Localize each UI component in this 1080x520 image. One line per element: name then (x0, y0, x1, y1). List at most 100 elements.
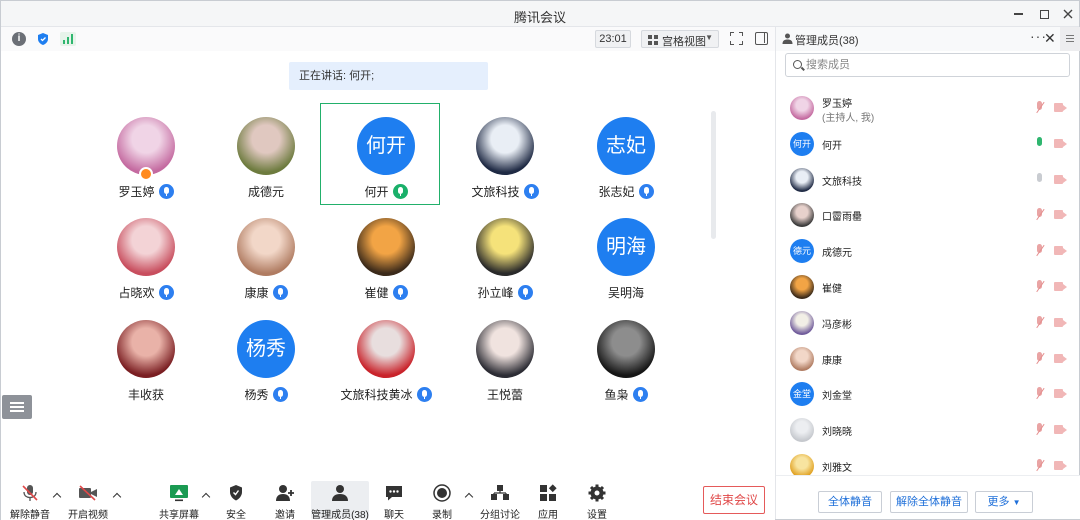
unmute-button[interactable]: 解除静音 (5, 481, 55, 520)
end-meeting-button[interactable]: 结束会议 (703, 486, 765, 514)
unmute-all-button[interactable]: 解除全体静音 (890, 491, 968, 513)
chevron-up-icon[interactable] (113, 492, 121, 500)
participant-tile[interactable]: 文旅科技黄冰 (326, 314, 446, 414)
list-toggle-icon[interactable] (2, 395, 32, 419)
member-row[interactable]: 康康 (776, 342, 1080, 376)
mic-icon (517, 285, 533, 300)
grid-scrollbar[interactable] (711, 111, 716, 239)
participant-tile[interactable]: 占晓欢 (86, 212, 206, 312)
video-off-icon[interactable] (1054, 246, 1067, 256)
chevron-up-icon[interactable] (202, 492, 210, 500)
member-row[interactable]: 金堂 刘金堂 (776, 377, 1080, 411)
member-row[interactable]: 罗玉婷 (主持人, 我) (776, 91, 1080, 125)
mic-muted-icon[interactable] (1034, 423, 1046, 437)
mic-icon (158, 285, 174, 300)
minimize-button[interactable] (1005, 4, 1031, 24)
participant-name: 鱼枭 (604, 388, 629, 402)
participant-tile[interactable]: 志妃 张志妃 (566, 111, 686, 211)
participant-tile[interactable]: 明海 吴明海 (566, 212, 686, 312)
panel-menu-icon[interactable] (1060, 27, 1080, 51)
chevron-up-icon[interactable] (465, 492, 473, 500)
avatar (790, 275, 814, 299)
member-search-input[interactable] (806, 57, 1056, 73)
mic-muted-icon[interactable] (1034, 351, 1046, 366)
participant-tile[interactable]: 丰收获 (86, 314, 206, 414)
member-row[interactable]: 何开 何开 (776, 127, 1080, 161)
signal-icon[interactable] (60, 32, 76, 46)
participant-tile[interactable]: 文旅科技 (445, 111, 565, 211)
fullscreen-icon[interactable] (730, 32, 743, 45)
participant-name-row: 文旅科技黄冰 (326, 386, 446, 403)
apps-label: 应用 (538, 510, 558, 520)
mic-icon[interactable] (1034, 172, 1046, 187)
chat-label: 聊天 (384, 510, 404, 520)
member-search[interactable] (785, 53, 1070, 77)
mic-muted-icon[interactable] (1034, 244, 1046, 258)
video-off-icon[interactable] (1054, 210, 1067, 220)
participant-name-row: 王悦蕾 (445, 386, 565, 403)
avatar (790, 346, 814, 371)
video-off-icon[interactable] (1054, 174, 1067, 184)
more-button[interactable]: 更多 ▼ (975, 491, 1033, 513)
close-button[interactable] (1055, 4, 1080, 24)
participant-tile[interactable]: 罗玉婷 (86, 111, 206, 211)
video-off-icon (79, 485, 97, 501)
member-row[interactable]: 口霤雨罍 (776, 198, 1080, 232)
video-off-icon[interactable] (1054, 425, 1067, 435)
avatar (476, 117, 534, 175)
shield-icon[interactable] (36, 32, 50, 46)
info-icon[interactable]: i (12, 32, 26, 46)
video-off-icon[interactable] (1054, 389, 1067, 399)
mic-icon[interactable] (1034, 136, 1046, 151)
share-screen-button[interactable]: 共享屏幕 (154, 481, 204, 520)
security-label: 安全 (226, 510, 246, 520)
participant-name: 孙立峰 (477, 286, 514, 300)
video-off-icon[interactable] (1054, 103, 1067, 112)
participant-tile[interactable]: 崔健 (326, 212, 446, 312)
mic-muted-icon[interactable] (1034, 208, 1046, 222)
top-toolbar: i 23:01 宫格视图 ▼ (1, 27, 775, 51)
maximize-button[interactable] (1031, 4, 1057, 24)
participant-tile[interactable]: 孙立峰 (445, 212, 565, 312)
member-row[interactable]: 德元 成德元 (776, 234, 1080, 268)
start-video-button[interactable]: 开启视频 (63, 481, 113, 520)
member-row[interactable]: 冯彦彬 (776, 306, 1080, 340)
participant-tile[interactable]: 成德元 (206, 111, 326, 211)
video-off-icon[interactable] (1054, 461, 1067, 470)
apps-button[interactable]: 应用 (523, 481, 573, 520)
view-mode-dropdown[interactable]: 宫格视图 ▼ (641, 30, 719, 48)
participant-tile[interactable]: 鱼枭 (566, 314, 686, 414)
participant-name: 文旅科技黄冰 (340, 388, 413, 402)
mic-muted-icon[interactable] (1034, 315, 1046, 330)
participant-tile[interactable]: 王悦蕾 (445, 314, 565, 414)
sidebar-toggle-icon[interactable] (755, 32, 768, 45)
participant-tile[interactable]: 杨秀 杨秀 (206, 314, 326, 414)
video-off-icon[interactable] (1054, 282, 1067, 291)
settings-button[interactable]: 设置 (572, 481, 622, 520)
video-off-icon[interactable] (1054, 138, 1067, 148)
chevron-up-icon[interactable] (53, 492, 61, 500)
member-row[interactable]: 文旅科技 (776, 163, 1080, 197)
chat-button[interactable]: 聊天 (369, 481, 419, 520)
member-row[interactable]: 崔健 (776, 270, 1080, 304)
mic-muted-icon[interactable] (1034, 280, 1046, 294)
mic-icon (632, 387, 648, 402)
invite-button[interactable]: 邀请 (260, 481, 310, 520)
participant-tile[interactable]: 康康 (206, 212, 326, 312)
mute-all-button[interactable]: 全体静音 (818, 491, 882, 513)
mic-muted-icon[interactable] (1034, 101, 1046, 115)
mic-muted-icon[interactable] (1034, 387, 1046, 401)
more-label: 更多 (987, 496, 1010, 508)
video-off-icon[interactable] (1054, 353, 1067, 363)
breakout-button[interactable]: 分组讨论 (475, 481, 525, 520)
avatar (357, 320, 415, 378)
manage-members-button[interactable]: 管理成员(38) (311, 481, 369, 520)
mic-icon (272, 285, 288, 300)
record-button[interactable]: 录制 (417, 481, 467, 520)
close-panel-icon[interactable]: ✕ (1044, 30, 1056, 47)
security-button[interactable]: 安全 (211, 481, 261, 520)
video-off-icon[interactable] (1054, 317, 1067, 327)
member-row[interactable]: 刘晓晓 (776, 413, 1080, 447)
mic-muted-icon[interactable] (1034, 459, 1046, 473)
participant-tile[interactable]: 何开 何开 (320, 103, 446, 211)
